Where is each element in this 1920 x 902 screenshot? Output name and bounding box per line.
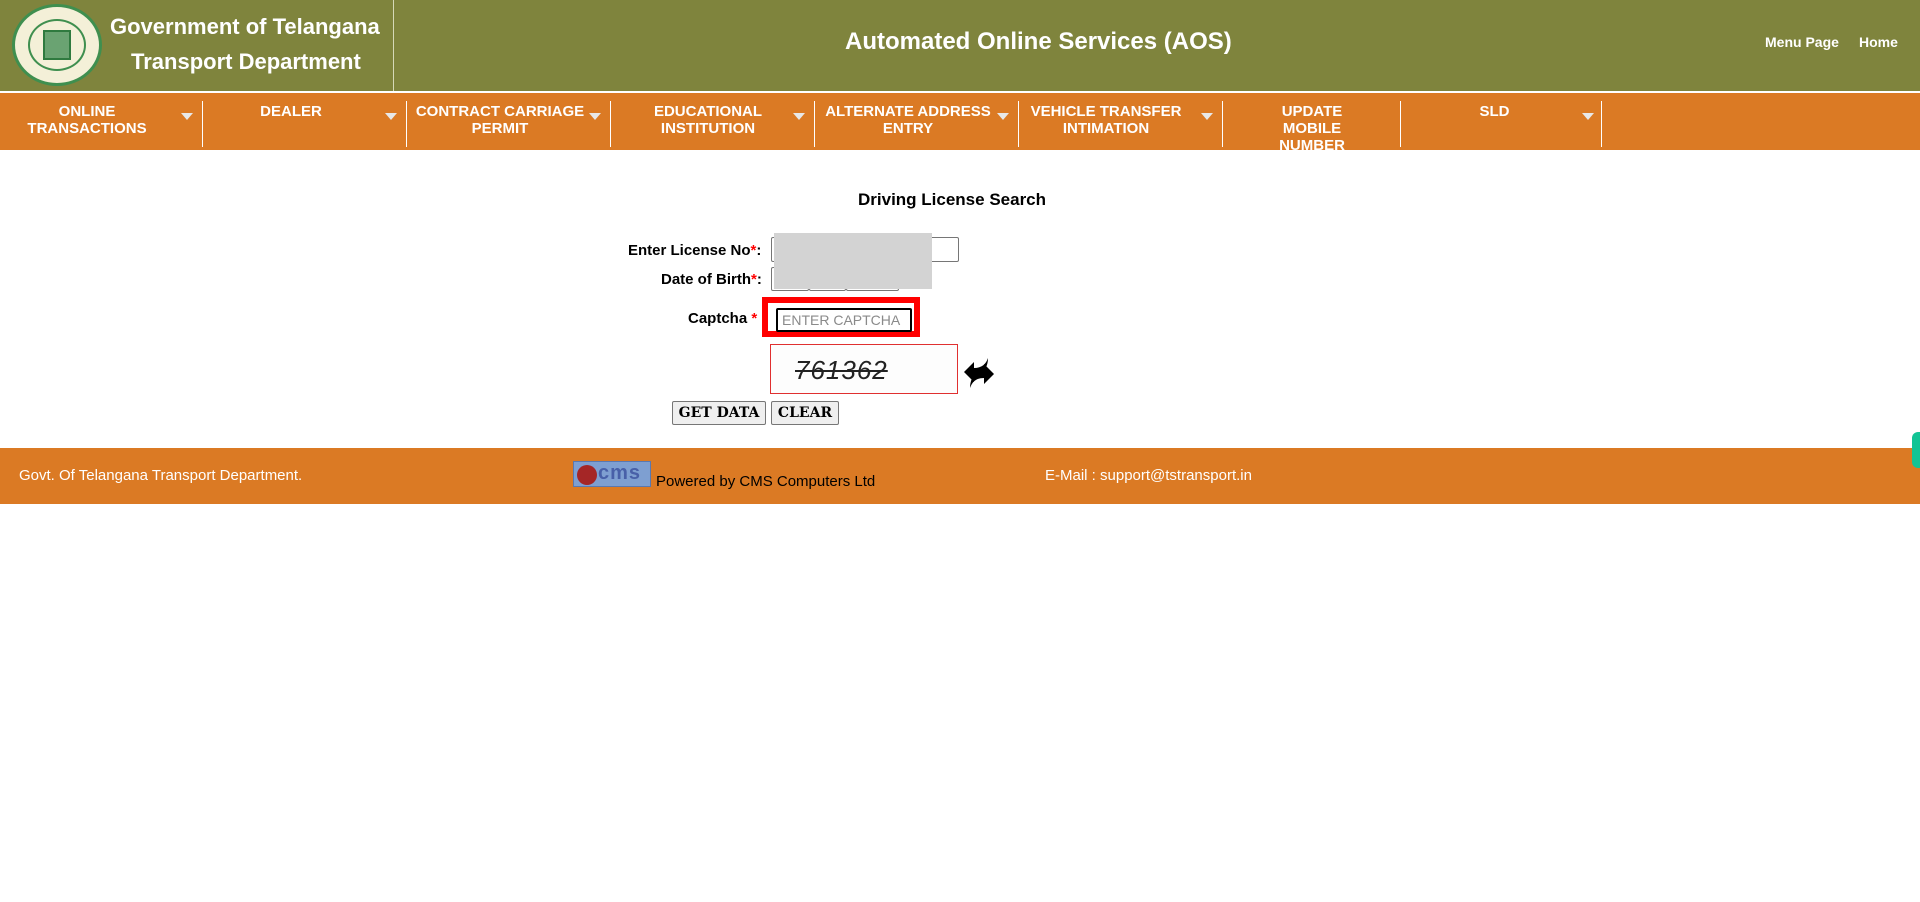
dropdown-caret-icon [589,113,601,120]
nav-dealer[interactable]: DEALER [204,101,407,147]
nav-label: UPDATE MOBILE NUMBER [1279,103,1345,154]
license-no-label: Enter License No*: [628,242,761,259]
nav-update-mobile-number[interactable]: UPDATE MOBILE NUMBER [1224,101,1401,154]
required-marker: * [751,310,758,327]
home-link[interactable]: Home [1859,34,1898,50]
captcha-code: 761362 [795,355,888,385]
logo-block: Government of Telangana Transport Depart… [0,0,394,91]
captcha-highlight-box [762,297,920,337]
app-title: Automated Online Services (AOS) [845,28,1232,55]
nav-educational-institution[interactable]: EDUCATIONAL INSTITUTION [612,101,815,147]
dropdown-caret-icon [793,113,805,120]
get-data-button[interactable]: GET DATA [672,401,766,425]
nav-label: DEALER [260,103,322,120]
nav-vehicle-transfer-intimation[interactable]: VEHICLE TRANSFER INTIMATION [1020,101,1223,147]
nav-label: EDUCATIONAL INSTITUTION [653,103,763,137]
site-header: Government of Telangana Transport Depart… [0,0,1920,91]
form-title: Driving License Search [858,190,1047,209]
dob-label: Date of Birth*: [661,271,762,288]
telangana-emblem-icon [12,4,102,86]
nav-online-transactions[interactable]: ONLINE TRANSACTIONS [0,101,203,147]
redacted-region [774,233,932,289]
nav-label: ONLINE TRANSACTIONS [27,103,147,137]
captcha-image: 761362 [770,344,958,394]
site-footer: Govt. Of Telangana Transport Department.… [0,448,1920,504]
footer-email: E-Mail : support@tstransport.in [1045,467,1252,484]
dropdown-caret-icon [1582,113,1594,120]
logo-subtitle: Transport Department [131,49,361,74]
cms-logo-text: cms [598,462,642,484]
captcha-input[interactable] [776,308,912,332]
captcha-label: Captcha * [688,310,757,327]
captcha-label-text: Captcha [688,310,748,327]
dob-label-text: Date of Birth [661,271,751,288]
footer-copyright: Govt. Of Telangana Transport Department. [19,467,303,484]
nav-contract-carriage-permit[interactable]: CONTRACT CARRIAGE PERMIT [408,101,611,147]
nav-label: VEHICLE TRANSFER INTIMATION [1030,103,1182,137]
cms-logo-icon: cms [573,461,651,487]
main-nav: ONLINE TRANSACTIONS DEALER CONTRACT CARR… [0,91,1920,154]
license-label-text: Enter License No [628,242,751,259]
nav-alternate-address-entry[interactable]: ALTERNATE ADDRESS ENTRY [816,101,1019,147]
nav-label: ALTERNATE ADDRESS ENTRY [825,103,991,137]
logo-title: Government of Telangana [110,14,380,39]
colon: : [756,271,762,288]
colon: : [756,242,762,259]
footer-powered-by: Powered by CMS Computers Ltd [656,473,876,490]
side-feedback-tab[interactable] [1912,432,1920,468]
refresh-captcha-icon[interactable] [960,354,998,392]
nav-label: CONTRACT CARRIAGE PERMIT [415,103,585,137]
clear-button[interactable]: CLEAR [771,401,839,425]
menu-page-link[interactable]: Menu Page [1765,34,1839,50]
dropdown-caret-icon [1201,113,1213,120]
dropdown-caret-icon [385,113,397,120]
dropdown-caret-icon [181,113,193,120]
dropdown-caret-icon [997,113,1009,120]
nav-sld[interactable]: SLD [1402,101,1602,147]
nav-label: SLD [1479,103,1510,120]
